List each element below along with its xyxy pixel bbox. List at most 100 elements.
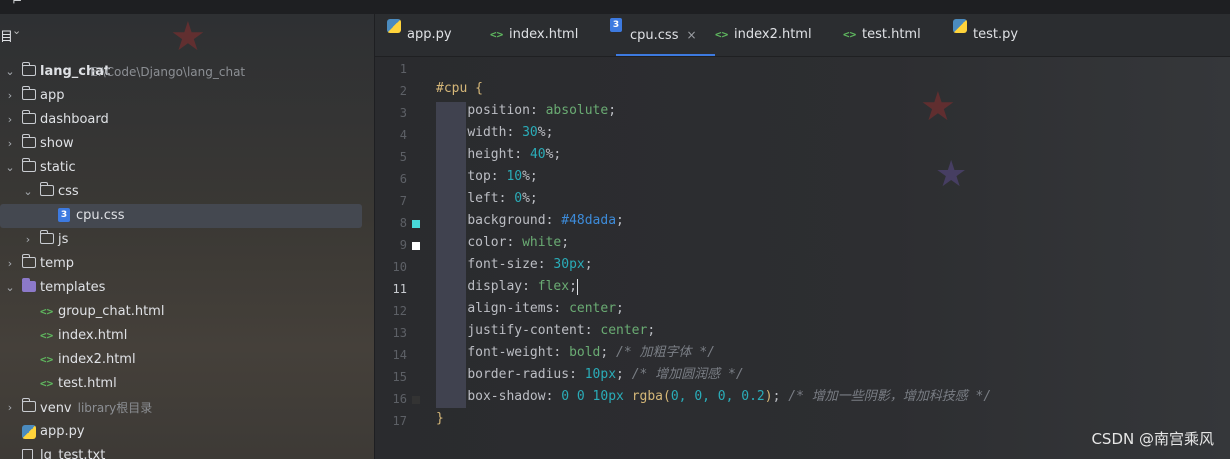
editor-tabs: app.py <> index.html 3 cpu.css × <> index2.html… [375,14,1230,57]
code-token: font-weight [467,345,554,360]
chevron-right-icon[interactable]: › [4,252,16,276]
code-token: /* 增加一些阴影，增加科技感 */ [788,389,992,404]
code-line-16[interactable]: box-shadow: 0 0 10px rgba(0, 0, 0, 0.2);… [436,386,991,408]
color-swatch-icon[interactable] [412,220,420,228]
tab-test-py[interactable]: test.py [953,14,1019,56]
chevron-down-icon[interactable]: ⌄ [4,60,16,84]
line-number: 6 [399,172,407,186]
line-number: 8 [399,216,407,230]
tree-item-temp[interactable]: › temp [0,252,362,276]
code-line-13[interactable]: justify-content: center; [436,320,655,342]
tree-item-lg-test-txt[interactable]: lg_test.txt [0,444,362,459]
close-icon[interactable]: × [686,28,696,42]
chevron-down-icon[interactable]: ⌄ [4,156,16,180]
code-token: #cpu [436,81,468,96]
tree-item-dashboard[interactable]: › dashboard [0,108,362,132]
code-line-17[interactable]: } [436,408,444,430]
tree-item-test-html[interactable]: <> test.html [0,372,362,396]
code-line-3[interactable]: position: absolute; [436,100,616,122]
tree-item-index-html[interactable]: <> index.html [0,324,362,348]
tree-root-lang-chat[interactable]: ⌄ lang_chat E:\Code\Django\lang_chat [0,60,362,84]
code-line-4[interactable]: width: 30%; [436,122,553,144]
code-line-6[interactable]: top: 10%; [436,166,537,188]
html-file-icon: <> [40,305,54,318]
tree-item-label: static [40,160,76,175]
tab-index-html[interactable]: <> index.html [490,14,579,56]
tab-label: cpu.css [630,28,679,43]
chevron-down-icon[interactable]: ⌄ [4,276,16,300]
code-line-12[interactable]: align-items: center; [436,298,624,320]
code-token: white [522,235,562,250]
css-file-icon: 3 [58,208,70,222]
line-number: 14 [392,348,407,362]
code-line-11[interactable]: display: flex; [436,276,578,298]
tree-item-cpu-css[interactable]: 3 cpu.css [0,204,362,228]
chevron-down-icon[interactable]: ⌄ [22,180,34,204]
tab-test-html[interactable]: <> test.html [843,14,921,56]
tree-item-app-py[interactable]: app.py [0,420,362,444]
chevron-right-icon[interactable]: › [4,396,16,420]
code-token: /* 增加圆润感 */ [631,367,744,382]
code-line-9[interactable]: color: white; [436,232,569,254]
line-number: 17 [392,414,407,428]
menu-fragment: ⌐ [12,0,23,8]
color-swatch-icon[interactable] [412,242,420,250]
chevron-right-icon[interactable]: › [4,84,16,108]
code-token: #48dada [561,213,617,228]
code-token: flex [537,279,570,294]
code-token: { [475,81,483,96]
line-number: 4 [399,128,407,142]
tab-label: index.html [509,27,579,42]
chevron-down-icon[interactable]: ⌄ [12,24,21,37]
tree-item-venv[interactable]: › venv library根目录 [0,396,362,420]
line-number: 3 [399,106,407,120]
code-line-8[interactable]: background: #48dada; [436,210,624,232]
folder-icon [22,134,36,148]
tree-item-show[interactable]: › show [0,132,362,156]
tree-item-label: group_chat.html [58,304,165,319]
folder-icon [22,110,36,124]
code-line-15[interactable]: border-radius: 10px; /* 增加圆润感 */ [436,364,744,386]
folder-icon [22,398,36,412]
tree-item-label: lg_test.txt [40,448,106,459]
tree-item-templates[interactable]: ⌄ templates [0,276,362,300]
code-token: justify-content [467,323,585,338]
code-line-14[interactable]: font-weight: bold; /* 加粗字体 */ [436,342,715,364]
code-line-7[interactable]: left: 0%; [436,188,537,210]
tree-item-js[interactable]: › js [0,228,362,252]
folder-icon [22,158,36,172]
code-line-10[interactable]: font-size: 30px; [436,254,592,276]
tree-item-group-chat-html[interactable]: <> group_chat.html [0,300,362,324]
tree-item-label: app.py [40,424,85,439]
tree-item-app[interactable]: › app [0,84,362,108]
code-line-2[interactable]: #cpu { [436,78,483,100]
html-file-icon: <> [40,329,54,342]
color-swatch-icon[interactable] [412,396,420,404]
tab-label: test.html [862,27,921,42]
project-sidebar: ★ 目 ⌄ ⌄ lang_chat E:\Code\Django\lang_ch… [0,14,375,459]
code-token: 10 [506,169,523,184]
line-gutter: 1 2 3 4 5 6 7 8 9 10 11 12 13 14 15 16 17 [375,56,425,459]
code-token: } [436,411,444,426]
code-token: left [467,191,499,206]
tab-label: test.py [973,27,1019,42]
tree-item-css[interactable]: ⌄ css [0,180,362,204]
code-token: color [467,235,507,250]
tab-app-py[interactable]: app.py [387,14,452,56]
code-token: ) [764,389,773,404]
python-icon [953,19,967,33]
tab-index2-html[interactable]: <> index2.html [715,14,812,56]
code-token: center [600,323,648,338]
title-bar: ⌐ [0,0,1230,15]
tab-cpu-css[interactable]: 3 cpu.css × [610,14,714,56]
code-line-5[interactable]: height: 40%; [436,144,561,166]
editor-area: ★ ★ app.py <> index.html 3 cpu.css × <> index2.… [375,14,1230,459]
tree-item-index2-html[interactable]: <> index2.html [0,348,362,372]
tree-item-static[interactable]: ⌄ static [0,156,362,180]
chevron-right-icon[interactable]: › [4,132,16,156]
chevron-right-icon[interactable]: › [22,228,34,252]
tab-label: index2.html [734,27,812,42]
line-number: 15 [392,370,407,384]
code-token: 30px [553,257,585,272]
chevron-right-icon[interactable]: › [4,108,16,132]
